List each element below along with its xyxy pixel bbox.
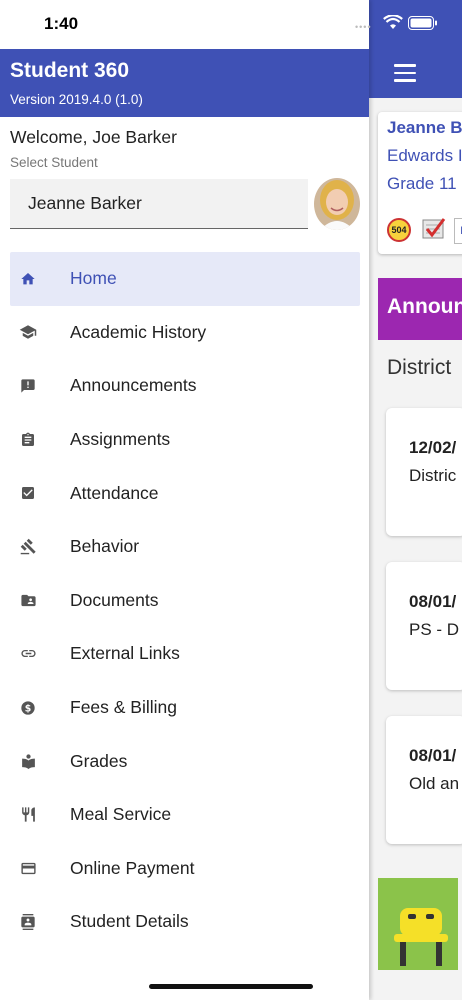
credit-card-icon (19, 859, 37, 877)
checklist-icon (422, 218, 446, 239)
announcement-text: Old an (409, 774, 460, 793)
avatar-photo-icon (314, 178, 360, 230)
signal-dots-icon: •••• (355, 22, 372, 32)
menu-item-student-details[interactable]: Student Details (10, 895, 360, 949)
drawer-header: Student 360 Version 2019.4.0 (1.0) (0, 49, 369, 117)
select-student-label: Select Student (10, 155, 98, 170)
district-heading: District (387, 356, 452, 379)
menu-label: Online Payment (70, 857, 195, 878)
student-name: Jeanne B (387, 118, 462, 137)
app-title: Student 360 (10, 59, 130, 82)
announcement-text: PS - D (409, 620, 460, 639)
contact-card-icon (19, 913, 37, 931)
menu-item-announcements[interactable]: Announcements (10, 359, 360, 413)
menu-label: Announcements (70, 375, 197, 396)
graduation-cap-icon (19, 323, 37, 341)
student-avatar[interactable] (314, 178, 360, 230)
meal-service-tile[interactable] (378, 878, 458, 970)
menu-item-behavior[interactable]: Behavior (10, 520, 360, 574)
student-select-field[interactable] (10, 179, 308, 229)
announcement-card[interactable]: 12/02/ Distric (386, 408, 462, 536)
menu-item-home[interactable]: Home (10, 252, 360, 306)
menu-item-external-links[interactable]: External Links (10, 627, 360, 681)
menu-label: Fees & Billing (70, 697, 177, 718)
status-icons: •••• (355, 14, 455, 34)
clipboard-icon (19, 431, 37, 449)
menu-label: Grades (70, 750, 128, 771)
announcement-card[interactable]: 08/01/ PS - D (386, 562, 462, 690)
menu-label: Assignments (70, 429, 171, 450)
link-icon (19, 645, 37, 663)
svg-text:$: $ (25, 703, 32, 714)
menu-item-assignments[interactable]: Assignments (10, 413, 360, 467)
badge-e-icon: E (454, 218, 462, 244)
announcement-icon (19, 377, 37, 395)
home-icon (19, 270, 37, 288)
battery-icon (408, 16, 437, 30)
menu-item-academic-history[interactable]: Academic History (10, 306, 360, 360)
menu-item-grades[interactable]: Grades (10, 734, 360, 788)
announcement-text: Distric (409, 466, 457, 485)
menu-label: Home (70, 268, 117, 289)
app-version: Version 2019.4.0 (1.0) (10, 92, 143, 107)
gavel-icon (19, 538, 37, 556)
home-indicator[interactable] (149, 984, 313, 989)
announcement-date: 08/01/ (409, 746, 457, 765)
menu-item-attendance[interactable]: Attendance (10, 466, 360, 520)
student-grade: Grade 11 (387, 174, 457, 193)
badge-504-icon: 504 (387, 218, 411, 242)
announcement-card[interactable]: 08/01/ Old an (386, 716, 462, 844)
menu-label: Academic History (70, 321, 207, 342)
announcement-date: 08/01/ (409, 592, 457, 611)
menu-item-fees-billing[interactable]: $ Fees & Billing (10, 681, 360, 735)
reading-icon (19, 752, 37, 770)
announcements-header: Announ (378, 278, 462, 340)
menu-item-meal-service[interactable]: Meal Service (10, 788, 360, 842)
announcements-title: Announ (387, 295, 462, 318)
dollar-icon: $ (19, 699, 37, 717)
chair-icon (394, 908, 448, 966)
student-summary-card[interactable]: Jeanne B Edwards I Grade 11 504 E (378, 112, 462, 254)
menu-label: Meal Service (70, 804, 172, 825)
menu-label: External Links (70, 643, 180, 664)
welcome-text: Welcome, Joe Barker (10, 127, 177, 147)
wifi-icon (383, 15, 403, 29)
utensils-icon (19, 806, 37, 824)
menu-item-documents[interactable]: Documents (10, 574, 360, 628)
folder-shared-icon (19, 591, 37, 609)
menu-label: Behavior (70, 536, 140, 557)
student-school: Edwards I (387, 146, 462, 165)
menu-label: Attendance (70, 482, 159, 503)
menu-label: Student Details (70, 911, 189, 932)
navigation-drawer: Student 360 Version 2019.4.0 (1.0) Welco… (0, 0, 369, 1000)
hamburger-menu-icon[interactable] (394, 64, 416, 82)
drawer-menu: Home Academic History Announcements Assi… (10, 252, 360, 949)
announcement-date: 12/02/ (409, 438, 457, 457)
menu-label: Documents (70, 589, 159, 610)
menu-item-online-payment[interactable]: Online Payment (10, 842, 360, 896)
status-time: 1:40 (44, 14, 79, 33)
checkbox-icon (19, 484, 37, 502)
